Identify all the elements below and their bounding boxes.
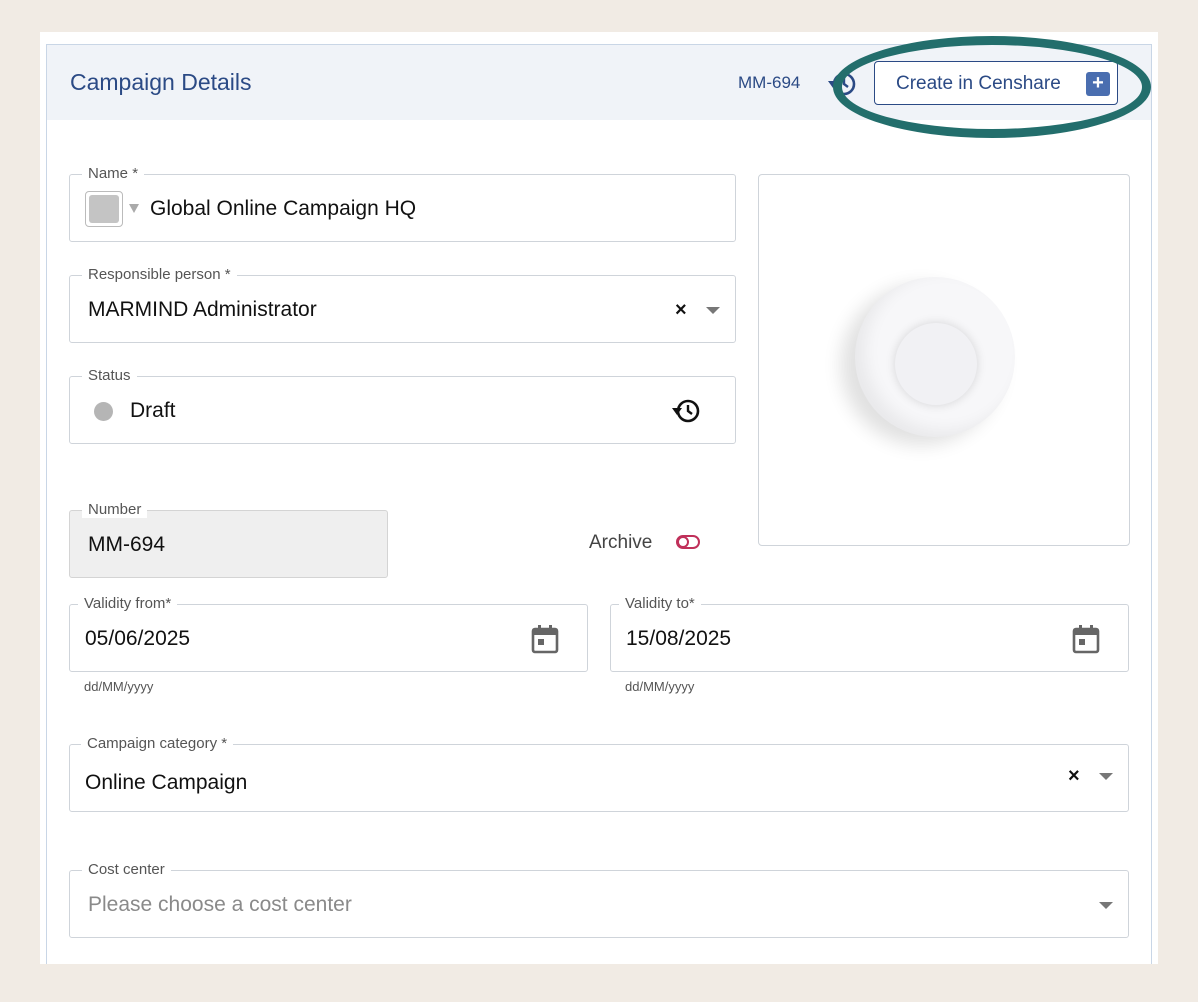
clear-responsible-icon[interactable]: × [675, 299, 687, 322]
calendar-icon[interactable] [1072, 624, 1100, 654]
status-history-icon[interactable] [671, 396, 703, 426]
validity-to-value: 15/08/2025 [626, 627, 732, 650]
archive-toggle-knob [677, 536, 689, 548]
calendar-icon[interactable] [531, 624, 559, 654]
clear-category-icon[interactable]: × [1068, 765, 1080, 788]
cost-center-select[interactable]: Cost center Please choose a cost center [69, 861, 1129, 938]
validity-to-label: Validity to* [619, 595, 701, 612]
validity-from-field[interactable]: Validity from* 05/06/2025 [69, 595, 588, 672]
campaign-number-label: MM-694 [738, 73, 801, 92]
name-field[interactable]: Name * Global Online Campaign HQ [69, 165, 736, 242]
validity-from-hint: dd/MM/yyyy [84, 679, 154, 694]
responsible-person-value: MARMIND Administrator [88, 298, 317, 321]
responsible-person-select[interactable]: Responsible person * MARMIND Administrat… [69, 266, 736, 343]
color-picker[interactable] [85, 191, 123, 227]
cost-center-label: Cost center [82, 861, 171, 878]
name-value: Global Online Campaign HQ [150, 197, 417, 220]
color-dropdown-caret-icon[interactable] [129, 204, 139, 213]
status-label: Status [82, 367, 137, 384]
archive-label: Archive [589, 532, 653, 553]
create-in-censhare-label: Create in Censhare [896, 73, 1061, 94]
status-field[interactable]: Status Draft [69, 367, 736, 444]
responsible-person-label: Responsible person * [82, 266, 237, 283]
number-value: MM-694 [88, 533, 166, 556]
loading-spinner-icon [855, 277, 1015, 437]
history-icon[interactable] [827, 68, 859, 100]
campaign-category-value: Online Campaign [85, 771, 248, 794]
responsible-dropdown-caret-icon[interactable] [706, 307, 720, 314]
validity-to-field[interactable]: Validity to* 15/08/2025 [610, 595, 1129, 672]
plus-icon: + [1086, 72, 1110, 96]
panel-header: Campaign Details MM-694 Create in Censha… [47, 45, 1151, 120]
campaign-category-label: Campaign category * [81, 735, 234, 752]
create-in-censhare-button[interactable]: Create in Censhare + [874, 61, 1118, 105]
campaign-image-panel[interactable] [758, 174, 1130, 546]
category-dropdown-caret-icon[interactable] [1099, 773, 1113, 780]
loading-spinner-core [895, 323, 977, 405]
archive-toggle[interactable] [676, 535, 700, 549]
validity-from-label: Validity from* [78, 595, 178, 612]
status-dot [94, 402, 113, 421]
number-field: Number MM-694 [69, 501, 388, 578]
validity-to-hint: dd/MM/yyyy [625, 679, 695, 694]
number-label: Number [82, 501, 148, 518]
status-value: Draft [130, 399, 176, 422]
cost-center-dropdown-caret-icon[interactable] [1099, 902, 1113, 909]
cost-center-placeholder: Please choose a cost center [88, 893, 352, 916]
color-swatch [89, 195, 119, 223]
validity-from-value: 05/06/2025 [85, 627, 191, 650]
page-title: Campaign Details [70, 69, 252, 95]
campaign-category-select[interactable]: Campaign category * Online Campaign × [69, 735, 1129, 812]
name-label: Name * [82, 165, 145, 182]
